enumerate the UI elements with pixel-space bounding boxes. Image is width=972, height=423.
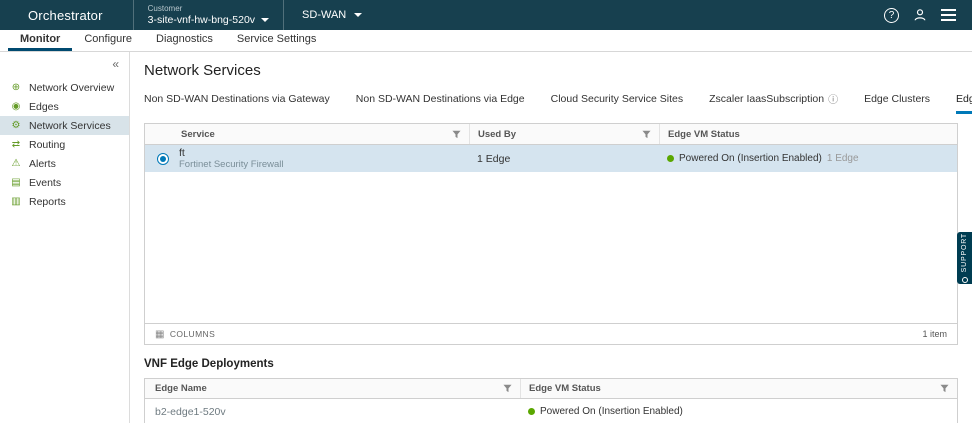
used-by-value: 1 Edge (469, 153, 659, 165)
vnf-table-header: Edge Name Edge VM Status (145, 379, 957, 399)
service-name: ft (179, 148, 469, 159)
sidebar-item-label: Alerts (29, 158, 56, 170)
brand-title: Orchestrator (0, 8, 133, 23)
alerts-icon: ⚠ (10, 158, 22, 169)
tab-diagnostics[interactable]: Diagnostics (144, 30, 225, 51)
routing-icon: ⇄ (10, 139, 22, 150)
menu-icon[interactable] (941, 9, 956, 21)
services-table-footer: ▦ COLUMNS 1 item (145, 323, 957, 344)
status-dot-green (528, 408, 535, 415)
tab-label: Non SD-WAN Destinations via Gateway (144, 93, 330, 105)
customer-label: Customer (148, 4, 269, 14)
sidebar-item-alerts[interactable]: ⚠ Alerts (0, 154, 129, 173)
tab-label: Cloud Security Service Sites (551, 93, 683, 105)
help-glyph: ? (889, 10, 895, 21)
tab-edge-vnfs[interactable]: Edge VNFs (956, 91, 972, 114)
column-header-edge-vm-status: Edge VM Status (529, 383, 601, 394)
tab-label: Edge Clusters (864, 93, 930, 105)
tab-service-settings[interactable]: Service Settings (225, 30, 328, 51)
tab-label: Edge VNFs (956, 93, 972, 105)
tab-monitor[interactable]: Monitor (8, 30, 72, 51)
tab-cloud-security-sites[interactable]: Cloud Security Service Sites (551, 91, 683, 114)
chevron-down-icon (261, 18, 269, 22)
sidebar-item-label: Events (29, 177, 61, 189)
network-services-icon: ⚙ (10, 120, 22, 131)
customer-dropdown[interactable]: Customer 3-site-vnf-hw-bng-520v (134, 0, 283, 30)
status-text: Powered On (Insertion Enabled) (540, 406, 683, 417)
network-overview-icon: ⊕ (10, 82, 22, 93)
main-content: Network Services Non SD-WAN Destinations… (130, 52, 972, 423)
column-header-service: Service (181, 129, 215, 140)
sidebar-item-label: Network Overview (29, 82, 114, 94)
edge-name: b2-edge1-520v (145, 406, 520, 418)
columns-icon: ▦ (155, 329, 165, 340)
tab-label: Zscaler IaasSubscription (709, 93, 824, 105)
product-dropdown[interactable]: SD-WAN (284, 0, 380, 30)
sidebar-item-label: Network Services (29, 120, 111, 132)
columns-button-label: COLUMNS (170, 329, 215, 339)
radio-selected-icon[interactable] (157, 153, 169, 165)
filter-icon[interactable] (940, 384, 949, 393)
status-dot-green (667, 155, 674, 162)
reports-icon: ▥ (10, 196, 22, 207)
column-header-edge-vm-status: Edge VM Status (668, 129, 740, 140)
status-edge-count: 1 Edge (827, 153, 859, 164)
sidebar-item-network-services[interactable]: ⚙ Network Services (0, 116, 129, 135)
table-row-service-ft[interactable]: ft Fortinet Security Firewall 1 Edge Pow… (145, 145, 957, 172)
tab-zscaler-iaas[interactable]: Zscaler IaasSubscription ⓘ (709, 91, 838, 114)
page-title: Network Services (144, 62, 958, 79)
customer-value: 3-site-vnf-hw-bng-520v (148, 14, 255, 26)
tab-configure[interactable]: Configure (72, 30, 144, 51)
services-table-header: Service Used By Edge VM Status (145, 124, 957, 145)
tab-nonsdwan-edge[interactable]: Non SD-WAN Destinations via Edge (356, 91, 525, 114)
column-header-edge-name: Edge Name (155, 383, 207, 394)
support-tab[interactable]: SUPPORT (957, 232, 972, 284)
table-row-edge-b2-edge1[interactable]: b2-edge1-520v Powered On (Insertion Enab… (145, 399, 957, 423)
collapse-sidebar-icon[interactable]: « (112, 57, 119, 71)
sidebar-item-label: Edges (29, 101, 59, 113)
tab-nonsdwan-gateway[interactable]: Non SD-WAN Destinations via Gateway (144, 91, 330, 114)
sidebar-item-network-overview[interactable]: ⊕ Network Overview (0, 78, 129, 97)
info-icon: ⓘ (828, 91, 838, 106)
help-icon[interactable]: ? (884, 8, 899, 23)
sidebar-item-routing[interactable]: ⇄ Routing (0, 135, 129, 154)
filter-icon[interactable] (452, 130, 461, 139)
service-subtitle: Fortinet Security Firewall (179, 159, 469, 170)
primary-nav: Monitor Configure Diagnostics Service Se… (0, 30, 972, 52)
support-icon (962, 277, 968, 283)
status-text: Powered On (Insertion Enabled) (679, 153, 822, 164)
tab-edge-clusters[interactable]: Edge Clusters (864, 91, 930, 114)
sidebar-item-label: Routing (29, 139, 65, 151)
filter-icon[interactable] (642, 130, 651, 139)
services-table: Service Used By Edge VM Status (144, 123, 958, 345)
network-services-tabs: Non SD-WAN Destinations via Gateway Non … (144, 91, 958, 114)
edges-icon: ◉ (10, 101, 22, 112)
item-count: 1 item (922, 329, 947, 339)
app-header: Orchestrator Customer 3-site-vnf-hw-bng-… (0, 0, 972, 30)
column-header-used-by: Used By (478, 129, 516, 140)
sidebar-item-events[interactable]: ▤ Events (0, 173, 129, 192)
sidebar-item-edges[interactable]: ◉ Edges (0, 97, 129, 116)
vnf-deployments-title: VNF Edge Deployments (144, 358, 958, 370)
columns-button[interactable]: ▦ COLUMNS (155, 329, 215, 340)
tab-label: Non SD-WAN Destinations via Edge (356, 93, 525, 105)
events-icon: ▤ (10, 177, 22, 188)
sidebar-item-reports[interactable]: ▥ Reports (0, 192, 129, 211)
support-tab-label: SUPPORT (961, 233, 968, 272)
filter-icon[interactable] (503, 384, 512, 393)
vnf-deployments-table: Edge Name Edge VM Status b2-edge1-520v P… (144, 378, 958, 423)
product-label: SD-WAN (302, 9, 346, 21)
user-icon[interactable] (913, 8, 927, 22)
sidebar: « ⊕ Network Overview ◉ Edges ⚙ Network S… (0, 52, 130, 423)
sidebar-item-label: Reports (29, 196, 66, 208)
chevron-down-icon (354, 13, 362, 17)
table-empty-area (145, 172, 957, 323)
